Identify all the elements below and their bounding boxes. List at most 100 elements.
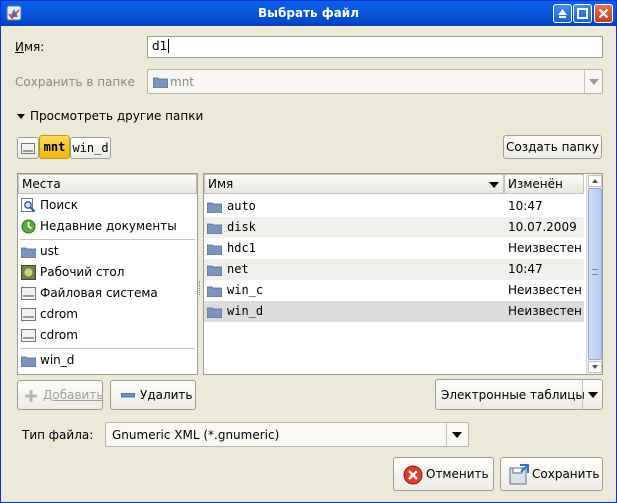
browse-expander[interactable]: Просмотреть другие папки <box>17 109 203 123</box>
vertical-scrollbar[interactable] <box>586 174 602 374</box>
title-bar[interactable]: Выбрать файл <box>1 1 616 26</box>
place-label: Недавние документы <box>40 219 177 233</box>
places-header[interactable]: Места <box>18 174 197 194</box>
file-name: net <box>227 262 249 276</box>
filter-combo[interactable]: Электронные таблицы <box>435 379 603 410</box>
path-button-win-d[interactable]: win_d <box>70 137 111 159</box>
file-row[interactable]: auto 10:47 <box>204 196 584 217</box>
folder-icon <box>207 265 222 276</box>
minimize-icon <box>558 9 567 18</box>
add-label: Добавить <box>43 388 104 402</box>
file-type-value: Gnumeric XML (*.gnumeric) <box>112 428 280 442</box>
scroll-down-button[interactable] <box>588 361 602 373</box>
add-bookmark-button[interactable]: Добавить <box>17 380 103 410</box>
cdrom-icon <box>21 329 36 342</box>
scroll-up-button[interactable] <box>588 175 602 187</box>
cdrom-icon <box>21 308 36 321</box>
files-panel: Имя Изменён auto 10:47 disk 10.07.2009 h… <box>203 173 603 375</box>
maximize-icon <box>577 8 588 19</box>
place-item[interactable]: Файловая система <box>18 283 197 304</box>
folder-icon <box>153 77 168 88</box>
file-row[interactable]: net 10:47 <box>204 259 584 280</box>
remove-label: Удалить <box>140 388 193 402</box>
folder-icon <box>207 286 222 297</box>
save-in-combo[interactable]: mnt <box>147 69 603 94</box>
name-label: Имя: <box>15 40 44 54</box>
minus-icon <box>121 393 135 398</box>
save-icon <box>509 464 529 485</box>
scroll-thumb[interactable] <box>588 188 602 360</box>
remove-bookmark-button[interactable]: Удалить <box>110 380 196 410</box>
filter-arrow[interactable] <box>582 380 602 409</box>
grip-icon <box>592 269 598 275</box>
chevron-down-icon <box>452 432 462 438</box>
file-name: auto <box>227 199 256 213</box>
place-item[interactable]: Недавние документы <box>18 216 197 237</box>
drive-icon <box>21 287 36 300</box>
file-modified: 10.07.2009 <box>508 220 577 234</box>
places-panel: Места Поиск Недавние документы ust Рабоч… <box>17 173 198 375</box>
place-label: cdrom <box>40 307 78 321</box>
folder-icon <box>207 244 222 255</box>
file-type-label: Тип файла: <box>22 428 94 442</box>
file-type-combo[interactable]: Gnumeric XML (*.gnumeric) <box>105 422 469 447</box>
file-row[interactable]: hdc1 Неизвестен <box>204 238 584 259</box>
folder-icon <box>21 356 36 367</box>
folder-icon <box>21 247 36 258</box>
drive-icon <box>21 143 35 154</box>
name-label-text: мя: <box>23 40 45 54</box>
file-row[interactable]: disk 10.07.2009 <box>204 217 584 238</box>
maximize-button[interactable] <box>573 4 592 23</box>
name-label-mnemonic: И <box>15 40 24 54</box>
arrow-up-icon <box>592 179 598 183</box>
place-item[interactable]: win_d <box>18 350 197 371</box>
place-item[interactable]: cdrom <box>18 304 197 325</box>
place-label: cdrom <box>40 328 78 342</box>
save-in-label: Сохранить в папке <box>15 75 135 89</box>
minimize-button[interactable] <box>553 4 572 23</box>
file-name: disk <box>227 220 256 234</box>
folder-icon <box>207 202 222 213</box>
place-label: Поиск <box>40 198 79 212</box>
create-folder-button[interactable]: Создать папку <box>503 135 602 159</box>
save-label: Сохранить <box>532 467 600 481</box>
arrow-down-icon <box>592 365 598 369</box>
cancel-button[interactable]: Отменить <box>393 457 494 491</box>
place-item[interactable]: ust <box>18 241 197 262</box>
filename-value: d1 <box>152 39 168 53</box>
place-item[interactable]: cdrom <box>18 325 197 346</box>
close-button[interactable] <box>594 4 613 23</box>
filename-input[interactable]: d1 <box>147 36 603 58</box>
place-label: win_d <box>40 353 75 367</box>
window-title: Выбрать файл <box>258 6 359 20</box>
column-header-modified[interactable]: Изменён <box>504 174 584 194</box>
desktop-icon <box>21 265 36 280</box>
path-button-mnt[interactable]: mnt <box>39 135 70 159</box>
cancel-icon <box>403 465 423 485</box>
save-button[interactable]: Сохранить <box>500 457 603 491</box>
expander-triangle-icon <box>17 114 25 119</box>
file-row-selected[interactable]: win_d Неизвестен <box>204 301 584 322</box>
path-toggle-button[interactable] <box>17 137 39 159</box>
column-header-name[interactable]: Имя <box>204 174 504 194</box>
place-item[interactable]: Поиск <box>18 195 197 216</box>
save-in-value: mnt <box>170 75 194 89</box>
place-label: ust <box>40 244 59 258</box>
place-item[interactable]: Рабочий стол <box>18 262 197 283</box>
plus-icon <box>25 390 37 402</box>
file-modified: Неизвестен <box>508 283 582 297</box>
save-in-arrow[interactable] <box>584 70 602 93</box>
file-chooser-window: Выбрать файл Имя: d1 Сохранить в папке m… <box>0 0 617 503</box>
file-name: win_c <box>227 283 264 297</box>
folder-icon <box>207 307 222 318</box>
recent-icon <box>21 219 36 234</box>
place-label: Файловая система <box>40 286 158 300</box>
place-label: Рабочий стол <box>40 265 125 279</box>
file-row[interactable]: win_c Неизвестен <box>204 280 584 301</box>
column-name-label: Имя <box>208 177 234 191</box>
search-icon <box>21 198 36 213</box>
file-modified: 10:47 <box>508 199 543 213</box>
pane-resize-handle[interactable] <box>199 281 202 295</box>
places-separator <box>20 239 195 240</box>
file-type-arrow[interactable] <box>446 423 468 446</box>
